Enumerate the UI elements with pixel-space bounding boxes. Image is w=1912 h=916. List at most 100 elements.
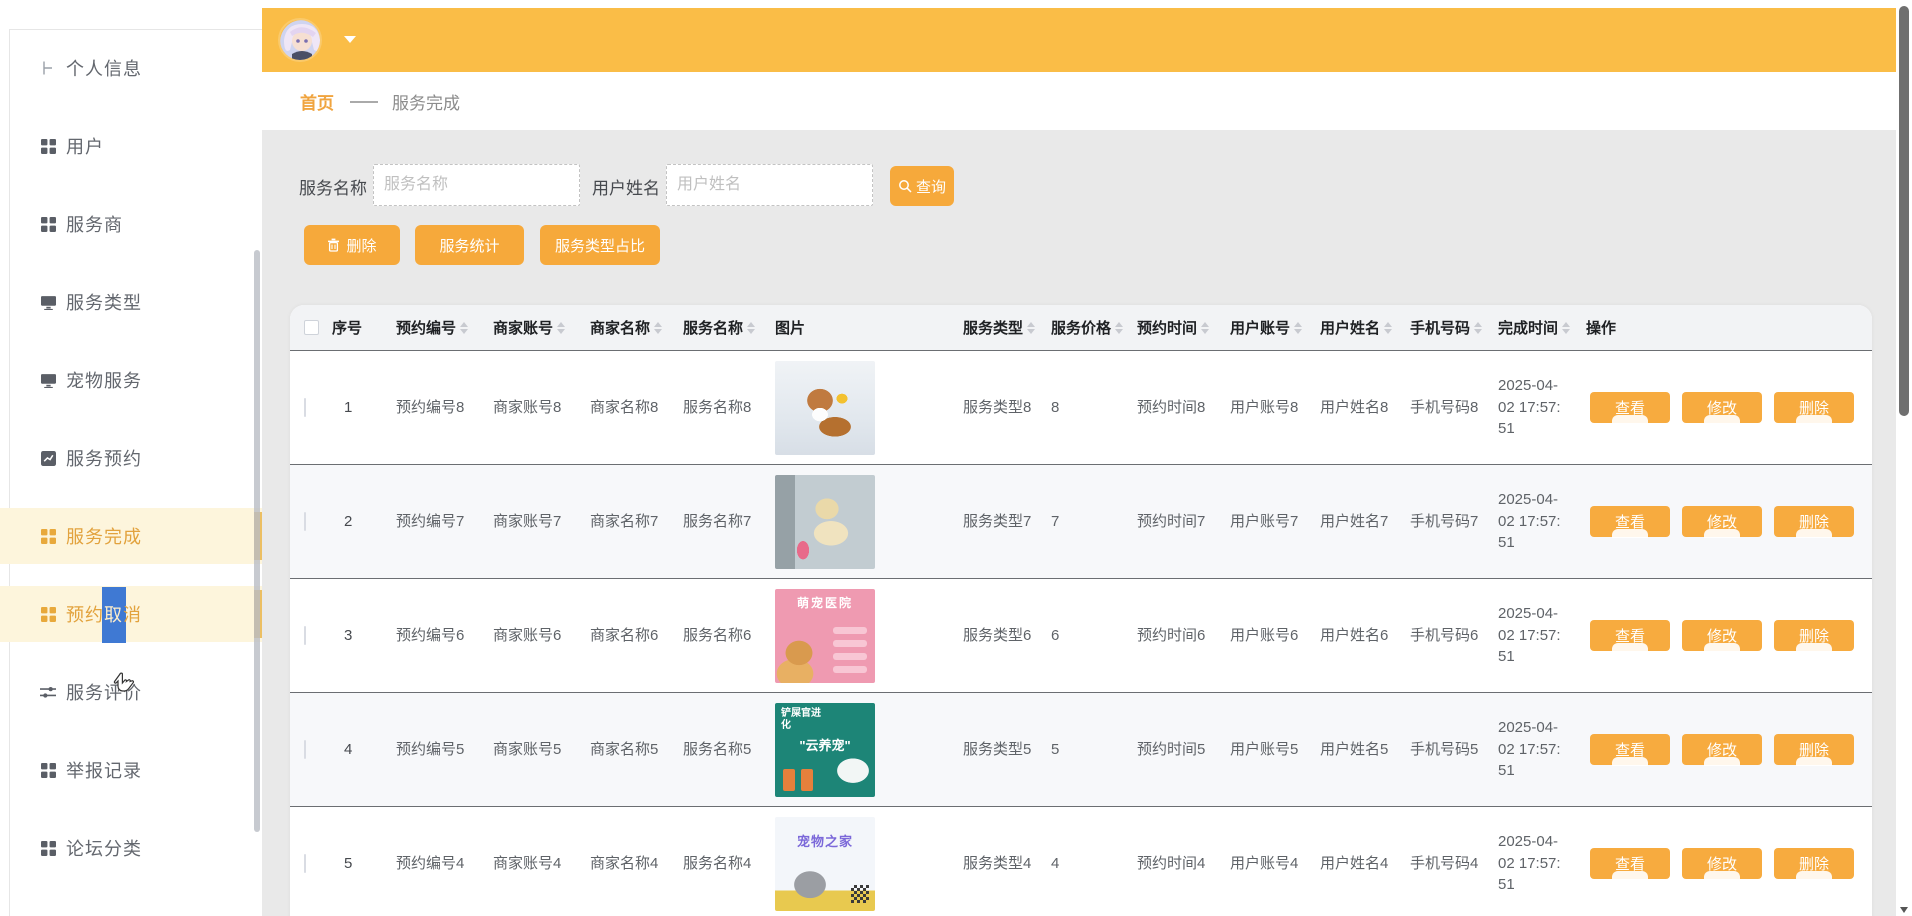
sidebar-item-11[interactable]: 论坛分类 — [0, 820, 262, 876]
row-checkbox[interactable] — [304, 626, 306, 645]
sidebar-item-7[interactable]: 服务完成 — [0, 508, 262, 564]
chart-icon — [40, 450, 56, 466]
view-button[interactable]: 查看 — [1590, 848, 1670, 879]
cell-booking-no: 预约编号7 — [390, 511, 487, 533]
sort-caret-icon[interactable] — [747, 322, 755, 334]
delete-button[interactable]: 删除 — [304, 225, 400, 265]
sidebar-scrollbar[interactable] — [254, 250, 260, 832]
sidebar-item-3[interactable]: 服务商 — [0, 196, 262, 252]
scroll-down-arrow-icon[interactable] — [1900, 907, 1908, 913]
breadcrumb-home-link[interactable]: 首页 — [300, 89, 334, 114]
pet-hospital-poster[interactable]: 萌宠医院 — [775, 589, 875, 683]
page-scrollbar[interactable] — [1896, 0, 1912, 916]
sort-caret-icon[interactable] — [1115, 322, 1123, 334]
sidebar-item-8[interactable]: 预约取消 — [0, 586, 262, 642]
delete-row-button[interactable]: 删除 — [1774, 620, 1854, 651]
column-header: 用户姓名 — [1314, 317, 1404, 338]
sidebar-item-4[interactable]: 服务类型 — [0, 274, 262, 330]
cell-user-account: 用户账号7 — [1224, 511, 1314, 533]
view-button[interactable]: 查看 — [1590, 392, 1670, 423]
delete-row-button[interactable]: 删除 — [1774, 392, 1854, 423]
cell-price: 7 — [1045, 511, 1131, 533]
grid-icon — [40, 216, 56, 232]
row-checkbox[interactable] — [304, 854, 306, 873]
user-name-input[interactable] — [666, 164, 873, 206]
select-all-checkbox[interactable] — [304, 320, 319, 335]
cell-phone: 手机号码6 — [1404, 625, 1492, 647]
table-row: 4 预约编号5 商家账号5 商家名称5 服务名称5 铲屎官进化"云养宠" 服务类… — [290, 693, 1872, 807]
edit-button[interactable]: 修改 — [1682, 848, 1762, 879]
cell-finish-time: 2025-04-02 17:57:51 — [1492, 489, 1580, 554]
edit-button[interactable]: 修改 — [1682, 506, 1762, 537]
cloud-pet-poster[interactable]: 铲屎官进化"云养宠" — [775, 703, 875, 797]
sidebar-item-2[interactable]: 用户 — [0, 118, 262, 174]
cell-merchant-name: 商家名称5 — [584, 739, 677, 761]
edit-button[interactable]: 修改 — [1682, 392, 1762, 423]
service-stats-button[interactable]: 服务统计 — [415, 225, 524, 265]
sidebar-item-12[interactable]: 社交论坛 — [0, 898, 262, 916]
sidebar-item-10[interactable]: 举报记录 — [0, 742, 262, 798]
caret-down-icon[interactable] — [344, 36, 356, 43]
table-body: 1 预约编号8 商家账号8 商家名称8 服务名称8 服务类型8 8 预约时间8 … — [290, 351, 1872, 916]
column-header: 服务名称 — [677, 317, 769, 338]
sidebar-item-9[interactable]: 服务评价 — [0, 664, 262, 720]
magnifier-icon — [898, 179, 912, 193]
query-button-label: 查询 — [916, 176, 946, 197]
sliders-icon — [40, 684, 56, 700]
grid-icon — [40, 762, 56, 778]
sort-caret-icon[interactable] — [1474, 322, 1482, 334]
service-stats-label: 服务统计 — [439, 235, 499, 256]
row-checkbox[interactable] — [304, 512, 306, 531]
view-button[interactable]: 查看 — [1590, 620, 1670, 651]
row-checkbox[interactable] — [304, 740, 306, 759]
tree-caret-icon — [40, 60, 56, 76]
delete-row-button[interactable]: 删除 — [1774, 506, 1854, 537]
user-avatar[interactable] — [278, 18, 322, 62]
page-scrollbar-thumb[interactable] — [1899, 6, 1909, 416]
column-header: 完成时间 — [1492, 317, 1580, 338]
cell-user-account: 用户账号4 — [1224, 853, 1314, 875]
column-header: 服务类型 — [957, 317, 1045, 338]
sort-caret-icon[interactable] — [1562, 322, 1570, 334]
sort-caret-icon[interactable] — [1027, 322, 1035, 334]
column-header: 序号 — [326, 317, 390, 338]
cell-booking-no: 预约编号4 — [390, 853, 487, 875]
cell-index: 3 — [326, 625, 390, 647]
column-header-label: 用户账号 — [1230, 317, 1290, 338]
sort-caret-icon[interactable] — [1294, 322, 1302, 334]
delete-row-button[interactable]: 删除 — [1774, 848, 1854, 879]
sidebar-item-6[interactable]: 服务预约 — [0, 430, 262, 486]
column-header: 预约编号 — [390, 317, 487, 338]
table-row: 2 预约编号7 商家账号7 商家名称7 服务名称7 服务类型7 7 预约时间7 … — [290, 465, 1872, 579]
service-type-ratio-button[interactable]: 服务类型占比 — [540, 225, 660, 265]
service-name-input[interactable] — [373, 164, 580, 206]
sort-caret-icon[interactable] — [557, 322, 565, 334]
sort-caret-icon[interactable] — [1384, 322, 1392, 334]
row-checkbox[interactable] — [304, 398, 306, 417]
sidebar-item-5[interactable]: 宠物服务 — [0, 352, 262, 408]
cell-merchant-account: 商家账号6 — [487, 625, 584, 647]
sidebar-menu: 个人信息用户服务商服务类型宠物服务服务预约服务完成预约取消服务评价举报记录论坛分… — [0, 40, 262, 916]
cell-user-name: 用户姓名4 — [1314, 853, 1404, 875]
cell-service-name: 服务名称6 — [677, 625, 769, 647]
row-actions: 查看修改删除 — [1586, 734, 1872, 765]
dog-at-vet-photo[interactable] — [775, 475, 875, 569]
query-button[interactable]: 查询 — [890, 166, 954, 206]
sort-caret-icon[interactable] — [654, 322, 662, 334]
pet-home-poster[interactable]: 宠物之家 — [775, 817, 875, 911]
column-header-label: 预约时间 — [1137, 317, 1197, 338]
view-button[interactable]: 查看 — [1590, 734, 1670, 765]
cell-service-type: 服务类型7 — [957, 511, 1045, 533]
view-button[interactable]: 查看 — [1590, 506, 1670, 537]
cell-booking-no: 预约编号6 — [390, 625, 487, 647]
corgi-in-bathtub-photo[interactable] — [775, 361, 875, 455]
edit-button[interactable]: 修改 — [1682, 734, 1762, 765]
sort-caret-icon[interactable] — [460, 322, 468, 334]
edit-button[interactable]: 修改 — [1682, 620, 1762, 651]
sort-caret-icon[interactable] — [1201, 322, 1209, 334]
sidebar-item-1[interactable]: 个人信息 — [0, 40, 262, 96]
delete-row-button[interactable]: 删除 — [1774, 734, 1854, 765]
cell-service-type: 服务类型6 — [957, 625, 1045, 647]
sidebar-item-label: 服务预约 — [66, 445, 142, 471]
sidebar-item-label: 宠物服务 — [66, 367, 142, 393]
